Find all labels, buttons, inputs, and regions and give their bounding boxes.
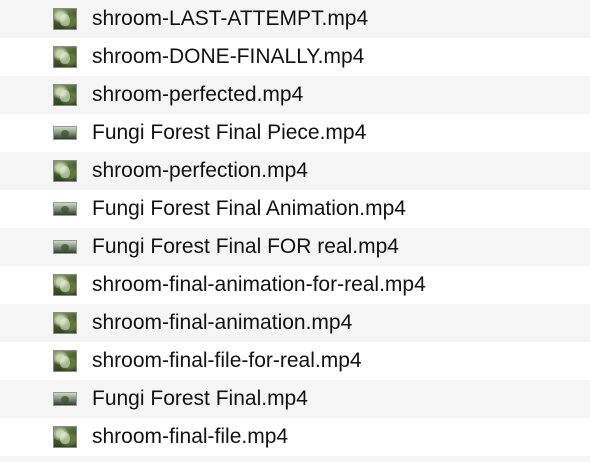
file-row[interactable]: Fungi Forest Final Animation.mp4 <box>0 190 590 228</box>
file-name: shroom-final-animation.mp4 <box>92 311 353 334</box>
file-row[interactable]: Fungi Forest Final.mp4 <box>0 380 590 418</box>
video-thumbnail-icon <box>53 426 77 448</box>
file-row[interactable]: shroom-LAST-ATTEMPT.mp4 <box>0 0 590 38</box>
video-thumbnail-icon <box>53 8 77 30</box>
file-row[interactable]: shroom-final-animation-for-real.mp4 <box>0 266 590 304</box>
file-row[interactable]: Fungi Forest Final Piece.mp4 <box>0 114 590 152</box>
file-name: shroom-perfection.mp4 <box>92 159 308 182</box>
file-name: Fungi Forest Final FOR real.mp4 <box>92 235 399 258</box>
file-row[interactable]: shroom-final-file.mp4 <box>0 418 590 456</box>
file-row[interactable]: shroom-perfected.mp4 <box>0 76 590 114</box>
video-thumbnail-icon <box>53 84 77 106</box>
video-thumbnail-icon <box>53 312 77 334</box>
file-list: shroom-LAST-ATTEMPT.mp4 shroom-DONE-FINA… <box>0 0 590 462</box>
video-thumbnail-wide-icon <box>53 202 77 216</box>
video-thumbnail-wide-icon <box>53 392 77 406</box>
file-name: shroom-final-file.mp4 <box>92 425 289 448</box>
file-row[interactable]: shroom-final-animation.mp4 <box>0 304 590 342</box>
file-name: shroom-final-file-for-real.mp4 <box>92 349 362 372</box>
file-name: Fungi Forest Final Animation.mp4 <box>92 197 406 220</box>
file-name: shroom-DONE-FINALLY.mp4 <box>92 45 365 68</box>
video-thumbnail-icon <box>53 46 77 68</box>
video-thumbnail-wide-icon <box>53 240 77 254</box>
file-name: shroom-perfected.mp4 <box>92 83 304 106</box>
video-thumbnail-icon <box>53 160 77 182</box>
file-row[interactable]: shroom-DONE-FINALLY.mp4 <box>0 38 590 76</box>
file-row[interactable]: shroom-perfection.mp4 <box>0 152 590 190</box>
video-thumbnail-icon <box>53 350 77 372</box>
video-thumbnail-icon <box>53 274 77 296</box>
video-thumbnail-wide-icon <box>53 126 77 140</box>
file-name: Fungi Forest Final.mp4 <box>92 387 308 410</box>
file-name: Fungi Forest Final Piece.mp4 <box>92 121 367 144</box>
file-row[interactable]: Fungi Forest Final FOR real.mp4 <box>0 228 590 266</box>
file-name: shroom-LAST-ATTEMPT.mp4 <box>92 7 369 30</box>
file-name: shroom-final-animation-for-real.mp4 <box>92 273 426 296</box>
file-row[interactable]: shroom-final-file-for-real.mp4 <box>0 342 590 380</box>
file-row-partial <box>0 456 590 462</box>
